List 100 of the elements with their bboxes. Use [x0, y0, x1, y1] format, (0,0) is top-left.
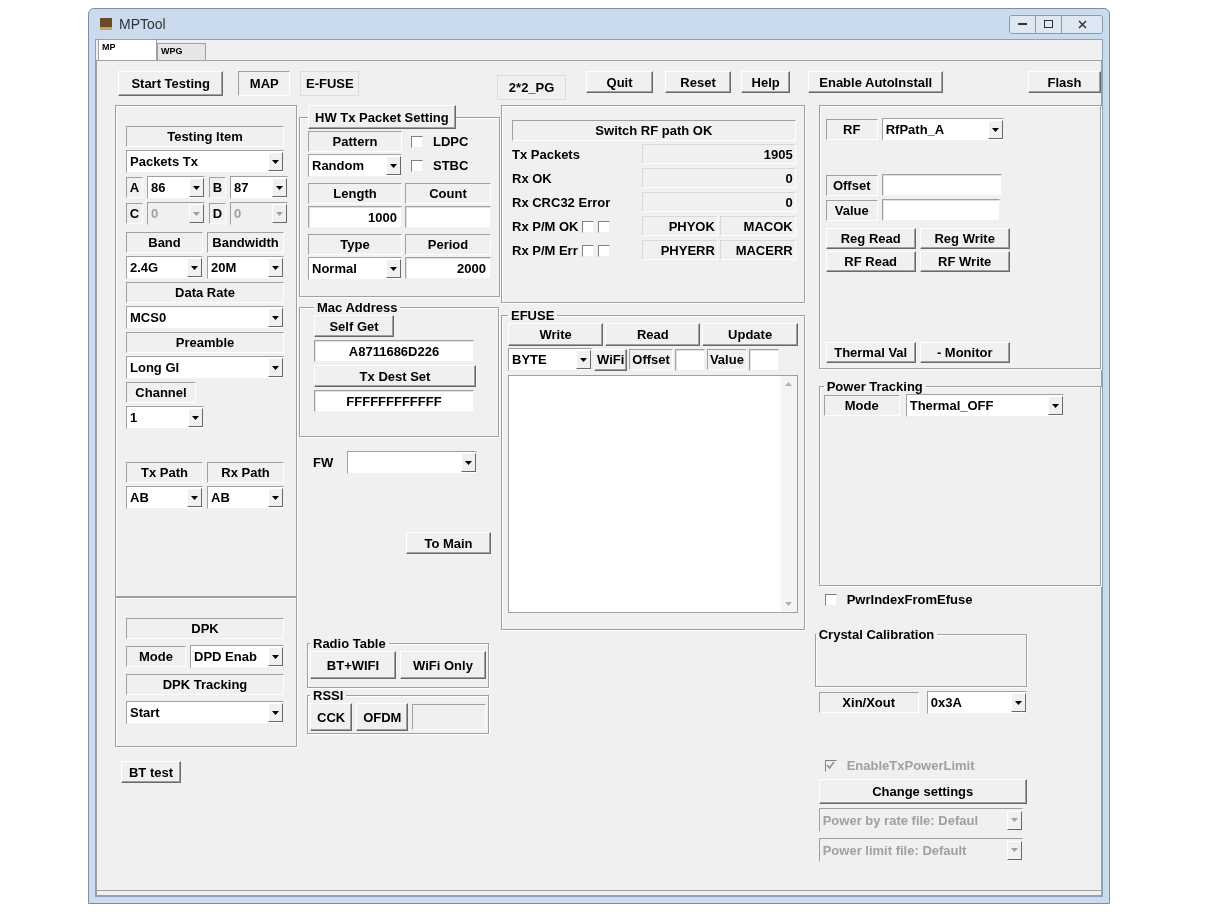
input-field[interactable]: 1000 — [308, 206, 402, 228]
counter-value: MACERR — [719, 240, 796, 260]
caret-icon — [193, 185, 200, 190]
checkbox[interactable] — [411, 159, 423, 172]
dropdown[interactable]: Long GI — [126, 356, 284, 379]
checkbox[interactable] — [598, 220, 611, 233]
wifi-button[interactable]: WiFi — [594, 348, 628, 371]
dropdown[interactable] — [347, 451, 478, 474]
caret-icon — [272, 365, 279, 370]
toolbar-button[interactable]: Flash — [1028, 71, 1101, 93]
tx-dest-set-button[interactable]: Tx Dest Set — [314, 365, 476, 387]
dropdown[interactable]: Random — [308, 154, 402, 177]
field-label: Value — [825, 199, 878, 221]
caret-icon — [272, 315, 279, 320]
input-field[interactable]: 2000 — [405, 257, 491, 279]
up-arrow-icon — [785, 382, 793, 386]
dropdown[interactable]: 86 — [147, 176, 205, 199]
input-field[interactable] — [881, 199, 1000, 221]
field-label: Pattern — [308, 131, 402, 152]
field-label: Bandwidth — [207, 232, 284, 253]
counter-value: PHYERR — [642, 240, 718, 260]
caret-icon — [272, 159, 279, 164]
toolbar-button[interactable]: Reset — [665, 71, 732, 93]
input-field[interactable] — [748, 348, 779, 371]
radio-table-button[interactable]: BT+WIFI — [310, 651, 396, 679]
maximize-button[interactable] — [1036, 15, 1062, 33]
rssi-button[interactable]: OFDM — [356, 703, 409, 731]
thermal-button[interactable]: - Monitor — [919, 342, 1010, 363]
input-field[interactable] — [674, 348, 705, 371]
register-button[interactable]: RF Read — [825, 251, 916, 272]
toolbar-button[interactable]: Start Testing — [118, 71, 224, 96]
counter-value: 1905 — [642, 144, 796, 164]
field-label: Offset — [629, 349, 673, 370]
dropdown[interactable]: MCS0 — [126, 306, 284, 329]
checkbox[interactable] — [581, 244, 594, 257]
field-label: Tx Path — [126, 462, 203, 483]
group-title: EFUSE — [510, 308, 556, 323]
input-field[interactable]: A8711686D226 — [314, 340, 474, 362]
dropdown[interactable]: Start — [126, 701, 284, 724]
dropdown[interactable]: RfPath_A — [881, 118, 1004, 141]
caret-icon — [272, 265, 279, 270]
efuse-button[interactable]: Update — [702, 323, 798, 346]
scrollbar[interactable] — [780, 376, 797, 612]
dropdown[interactable]: Packets Tx — [126, 150, 284, 173]
checkbox-label: PwrIndexFromEfuse — [846, 592, 973, 607]
register-button[interactable]: Reg Write — [919, 228, 1010, 249]
field-label: Testing Item — [126, 126, 284, 147]
self-get-button[interactable]: Self Get — [314, 315, 394, 337]
radio-table-button[interactable]: WiFi Only — [400, 651, 486, 679]
dropdown[interactable]: 87 — [230, 176, 288, 199]
tab[interactable]: WPG — [157, 43, 206, 60]
efuse-button[interactable]: Write — [508, 323, 604, 346]
to-main-button[interactable]: To Main — [406, 532, 491, 554]
change-settings-button[interactable]: Change settings — [818, 779, 1027, 804]
field-label: DPK Tracking — [126, 674, 284, 695]
field-label: DPK — [126, 618, 284, 639]
checkbox[interactable] — [582, 220, 595, 233]
tab[interactable]: MP — [98, 39, 157, 60]
caret-icon — [465, 460, 473, 465]
group-title: Radio Table — [312, 636, 387, 651]
register-button[interactable]: Reg Read — [825, 228, 916, 249]
checkbox[interactable] — [411, 135, 423, 148]
rssi-button[interactable]: CCK — [310, 703, 353, 731]
checkbox-label: LDPC — [433, 134, 469, 149]
dropdown[interactable]: BYTE — [508, 348, 592, 371]
dropdown[interactable]: 1 — [126, 406, 204, 429]
field-label: Count — [405, 183, 491, 204]
dropdown[interactable]: AB — [207, 486, 284, 509]
input-field[interactable] — [881, 174, 1002, 196]
input-field[interactable]: FFFFFFFFFFFF — [314, 390, 474, 412]
dropdown[interactable]: Thermal_OFF — [905, 394, 1064, 417]
dropdown[interactable]: Normal — [308, 257, 402, 280]
checkbox[interactable] — [824, 593, 837, 606]
group-title: HW Tx Packet Setting — [308, 105, 456, 129]
counter-label: Rx OK — [512, 170, 553, 188]
checkbox[interactable] — [597, 244, 610, 257]
minimize-button[interactable] — [1010, 15, 1036, 33]
field-label: FW — [313, 455, 334, 470]
field-label: A — [126, 177, 143, 198]
dropdown[interactable]: 2.4G — [126, 256, 203, 279]
close-button[interactable] — [1062, 15, 1102, 33]
toolbar-button[interactable]: Quit — [586, 71, 653, 93]
toolbar-button[interactable]: Help — [741, 71, 791, 93]
counter-value: PHYOK — [642, 216, 718, 236]
toolbar-button[interactable]: Enable AutoInstall — [808, 71, 944, 93]
field-label: Data Rate — [126, 282, 284, 303]
register-button[interactable]: RF Write — [919, 251, 1010, 272]
input-field[interactable] — [405, 206, 491, 228]
dropdown[interactable]: AB — [126, 486, 203, 509]
caret-icon — [276, 211, 283, 216]
efuse-button[interactable]: Read — [605, 323, 701, 346]
maximize-icon — [1044, 20, 1053, 28]
caret-icon — [1010, 848, 1018, 852]
dropdown[interactable]: DPD Enab — [190, 645, 284, 668]
bt-test-button[interactable]: BT test — [121, 761, 181, 783]
thermal-button[interactable]: Thermal Val — [825, 342, 916, 363]
counter-label: Tx Packets — [512, 146, 581, 164]
dropdown[interactable]: 20M — [207, 256, 284, 279]
dropdown[interactable]: 0x3A — [926, 691, 1027, 714]
field-label: Mode — [823, 395, 900, 416]
